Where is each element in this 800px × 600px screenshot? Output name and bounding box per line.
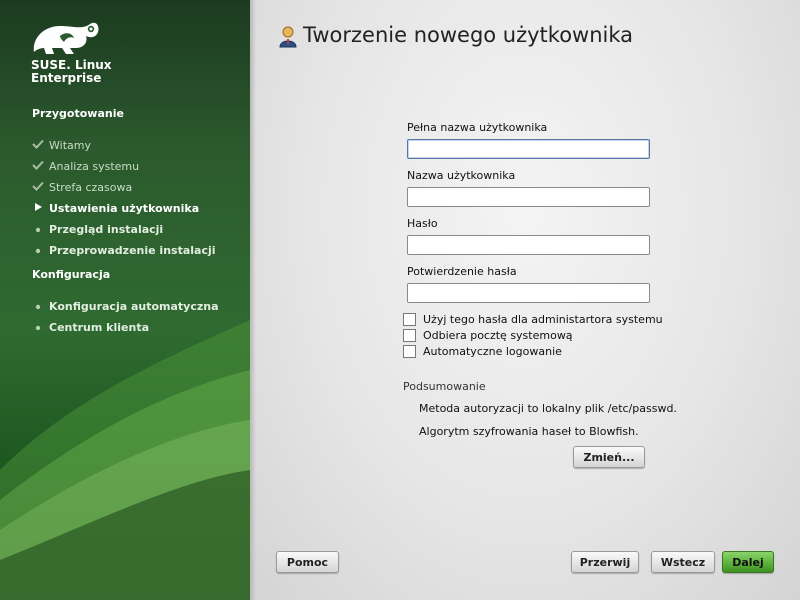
bullet-icon <box>30 223 46 236</box>
bullet-icon <box>30 300 46 313</box>
confirm-password-input[interactable] <box>407 283 650 303</box>
step-customer-center: Centrum klienta <box>30 319 149 335</box>
checkbox-box[interactable] <box>403 329 416 342</box>
summary-auth-method: Metoda autoryzacji to lokalny plik /etc/… <box>419 402 677 415</box>
step-label: Centrum klienta <box>49 320 149 334</box>
full-name-label: Pełna nazwa użytkownika <box>407 121 548 134</box>
panel-edge-shadow <box>250 0 256 600</box>
checkbox-label: Odbiera pocztę systemową <box>423 329 573 342</box>
step-label: Analiza systemu <box>49 159 140 173</box>
step-installation-overview: Przegląd instalacji <box>30 221 163 237</box>
use-password-for-root-checkbox[interactable]: Użyj tego hasła dla administartora syste… <box>403 313 663 326</box>
step-time-zone: Strefa czasowa <box>30 179 132 195</box>
receive-system-mail-checkbox[interactable]: Odbiera pocztę systemową <box>403 329 573 342</box>
main-panel: Tworzenie nowego użytkownika Pełna nazwa… <box>250 0 800 600</box>
section-title-configuration: Konfiguracja <box>32 268 111 281</box>
step-welcome: Witamy <box>30 137 91 153</box>
section-title-preparation: Przygotowanie <box>32 107 124 120</box>
step-automatic-configuration: Konfiguracja automatyczna <box>30 298 219 314</box>
username-label: Nazwa użytkownika <box>407 169 516 182</box>
step-label: Witamy <box>49 138 91 152</box>
suse-chameleon-logo <box>33 22 99 54</box>
next-button[interactable]: Dalej <box>722 551 774 573</box>
change-button[interactable]: Zmień... <box>573 446 645 468</box>
step-perform-installation: Przeprowadzenie instalacji <box>30 242 216 258</box>
sidebar: SUSE. Linux Enterprise Przygotowanie Wit… <box>0 0 250 600</box>
abort-button[interactable]: Przerwij <box>571 551 639 573</box>
full-name-input[interactable] <box>407 139 650 159</box>
step-label: Ustawienia użytkownika <box>49 201 200 215</box>
bullet-icon <box>30 321 46 334</box>
username-input[interactable] <box>407 187 650 207</box>
checkbox-box[interactable] <box>403 313 416 326</box>
brand-line-2: Enterprise <box>31 71 102 85</box>
step-user-settings: Ustawienia użytkownika <box>30 200 199 216</box>
checkmark-icon <box>30 139 46 152</box>
automatic-login-checkbox[interactable]: Automatyczne logowanie <box>403 345 562 358</box>
step-label: Przeprowadzenie instalacji <box>49 243 216 257</box>
checkmark-icon <box>30 160 46 173</box>
bullet-icon <box>30 244 46 257</box>
step-label: Przegląd instalacji <box>49 222 164 236</box>
summary-encryption: Algorytm szyfrowania haseł to Blowfish. <box>419 425 639 438</box>
password-label: Hasło <box>407 217 438 230</box>
summary-title: Podsumowanie <box>403 380 486 393</box>
checkbox-box[interactable] <box>403 345 416 358</box>
help-button[interactable]: Pomoc <box>276 551 339 573</box>
brand-text: SUSE. Linux Enterprise <box>31 59 112 85</box>
arrow-right-icon <box>30 202 46 215</box>
user-icon <box>279 26 297 48</box>
password-input[interactable] <box>407 235 650 255</box>
checkbox-label: Automatyczne logowanie <box>423 345 562 358</box>
confirm-password-label: Potwierdzenie hasła <box>407 265 517 278</box>
page-title: Tworzenie nowego użytkownika <box>303 23 634 47</box>
step-label: Strefa czasowa <box>49 180 133 194</box>
step-label: Konfiguracja automatyczna <box>49 299 219 313</box>
checkmark-icon <box>30 181 46 194</box>
checkbox-label: Użyj tego hasła dla administartora syste… <box>423 313 663 326</box>
step-system-analysis: Analiza systemu <box>30 158 139 174</box>
back-button[interactable]: Wstecz <box>651 551 715 573</box>
